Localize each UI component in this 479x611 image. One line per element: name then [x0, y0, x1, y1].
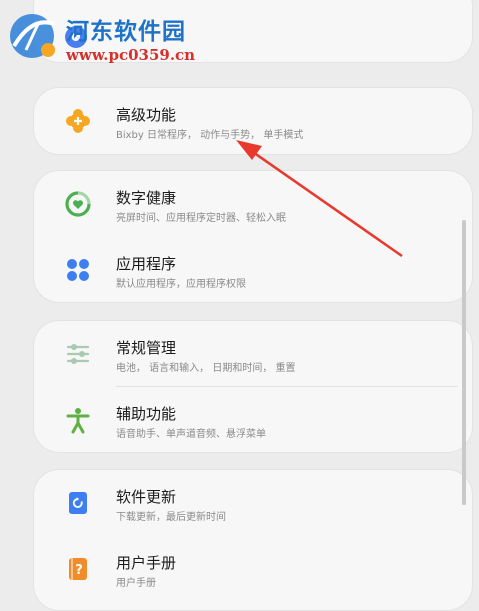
settings-item-title: 数字健康 [116, 189, 177, 207]
settings-item-digital-wellbeing[interactable]: 数字健康 亮屏时间、应用程序定时器、轻松入眠 [34, 171, 472, 237]
settings-item-title: 应用程序 [116, 255, 177, 273]
settings-item-subtitle: 默认应用程序，应用程序权限 [116, 279, 246, 290]
settings-item-subtitle: Bixby 日常程序， 动作与手势， 单手模式 [116, 130, 304, 141]
watermark-title: 河东软件园 [66, 18, 186, 45]
settings-item-title: 高级功能 [116, 106, 177, 124]
scrollbar[interactable] [462, 220, 466, 505]
settings-card-wellbeing-apps: 数字健康 亮屏时间、应用程序定时器、轻松入眠 应用程序 默认应用程序，应用程序权… [33, 170, 473, 303]
svg-text:?: ? [75, 563, 83, 578]
settings-item-subtitle: 电池， 语言和输入， 日期和时间， 重置 [116, 363, 296, 374]
settings-item-subtitle: 语音助手、单声道音频、悬浮菜单 [116, 429, 266, 440]
advanced-features-icon [64, 107, 92, 135]
settings-item-subtitle: 亮屏时间、应用程序定时器、轻松入眠 [116, 213, 286, 224]
software-update-icon [64, 489, 92, 517]
settings-item-apps[interactable]: 应用程序 默认应用程序，应用程序权限 [34, 237, 472, 303]
settings-item-software-update[interactable]: 软件更新 下载更新，最后更新时间 [34, 470, 472, 536]
apps-icon [64, 256, 92, 284]
settings-item-title: 常规管理 [116, 339, 177, 357]
settings-item-user-manual[interactable]: ? 用户手册 用户手册 [34, 536, 472, 602]
watermark-logo-icon [10, 14, 55, 58]
digital-wellbeing-icon [64, 190, 92, 218]
user-manual-icon: ? [64, 555, 92, 583]
settings-item-general-management[interactable]: 常规管理 电池， 语言和输入， 日期和时间， 重置 [34, 321, 472, 387]
settings-item-advanced-features[interactable]: 高级功能 Bixby 日常程序， 动作与手势， 单手模式 [34, 88, 472, 154]
settings-item-subtitle: 用户手册 [116, 578, 156, 589]
watermark: 河东软件园 www.pc0359.cn [0, 0, 240, 70]
settings-item-accessibility[interactable]: 辅助功能 语音助手、单声道音频、悬浮菜单 [34, 387, 472, 453]
accessibility-icon [64, 406, 92, 434]
settings-item-subtitle: 下载更新，最后更新时间 [116, 512, 226, 523]
settings-card-general-accessibility: 常规管理 电池， 语言和输入， 日期和时间， 重置 辅助功能 语音助手、单声道音… [33, 320, 473, 453]
sliders-icon [64, 340, 92, 368]
settings-card-advanced: 高级功能 Bixby 日常程序， 动作与手势， 单手模式 [33, 87, 473, 155]
settings-card-update-manual: 软件更新 下载更新，最后更新时间 ? 用户手册 用户手册 [33, 469, 473, 611]
settings-item-title: 软件更新 [116, 488, 177, 506]
settings-item-title: 辅助功能 [116, 405, 177, 423]
watermark-url: www.pc0359.cn [66, 46, 196, 64]
settings-item-title: 用户手册 [116, 554, 177, 572]
